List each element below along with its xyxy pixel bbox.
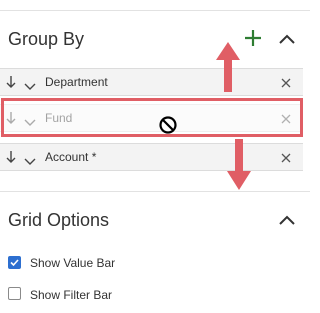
arrow-up-icon: [213, 38, 243, 99]
drop-target-highlight: [1, 98, 303, 137]
group-row-label: Department: [45, 75, 108, 89]
chevron-down-icon[interactable]: [24, 78, 36, 90]
show-filter-bar-label[interactable]: Show Filter Bar: [30, 288, 112, 302]
group-row-department[interactable]: Department: [0, 68, 303, 96]
grid-options-header[interactable]: Grid Options: [0, 200, 310, 240]
arrow-down-icon[interactable]: [5, 75, 17, 89]
plus-icon[interactable]: [243, 28, 263, 48]
group-by-header[interactable]: Group By: [0, 18, 310, 58]
show-value-bar-checkbox[interactable]: [8, 256, 21, 269]
group-row-label: Account *: [45, 150, 97, 164]
section-divider: [0, 191, 310, 192]
grid-options-title: Grid Options: [8, 210, 110, 230]
side-panel: Group By Department Fund Account * Grid …: [0, 0, 310, 313]
chevron-up-icon[interactable]: [277, 213, 297, 227]
show-value-bar-label[interactable]: Show Value Bar: [30, 256, 115, 270]
group-row-account[interactable]: Account *: [0, 143, 303, 171]
chevron-down-icon[interactable]: [24, 153, 36, 165]
group-by-title: Group By: [8, 29, 85, 49]
close-icon[interactable]: [280, 76, 292, 88]
top-divider: [0, 10, 310, 11]
no-drop-icon: [158, 115, 178, 135]
show-filter-bar-checkbox[interactable]: [8, 287, 21, 300]
close-icon[interactable]: [280, 151, 292, 163]
arrow-down-icon[interactable]: [5, 150, 17, 164]
chevron-up-icon[interactable]: [277, 32, 297, 46]
arrow-down-icon: [224, 137, 254, 198]
